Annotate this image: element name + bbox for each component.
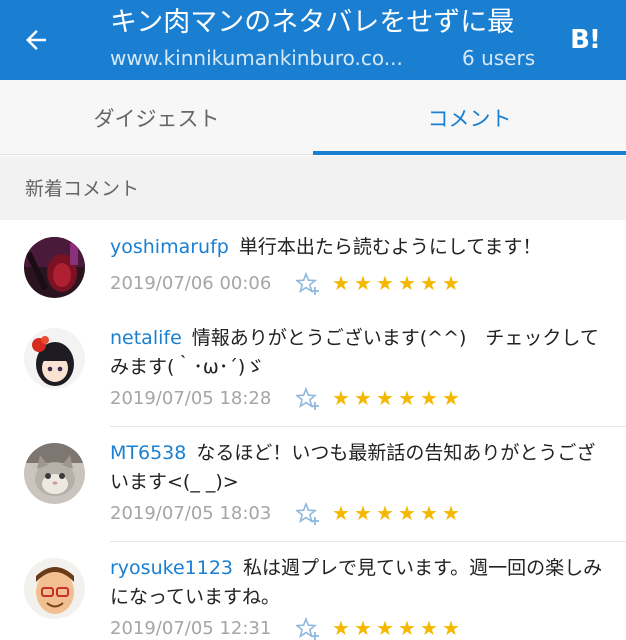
add-star-icon[interactable] [296,272,322,296]
comment-item[interactable]: ryosuke1123 私は週プレで見ています。週一回の楽しみになっていますね。 … [0,542,626,640]
comment-body: yoshimarufp 単行本出たら読むようにしてます！ [110,233,606,262]
comment-date: 2019/07/05 12:31 [110,618,272,639]
star-icon: ★ [376,501,394,525]
section-header: 新着コメント [0,156,626,220]
comment-text: 単行本出たら読むようにしてます！ [238,236,542,258]
star-icon: ★ [420,271,438,295]
comment-body: MT6538 なるほど！いつも最新話の告知ありがとうございます<(_ _)> [110,439,606,497]
star-icon: ★ [332,386,350,410]
add-star-icon[interactable] [296,617,322,640]
active-tab-indicator [313,151,626,155]
comment-meta: 2019/07/05 12:31 ★ ★ ★ ★ ★ ★ [110,614,610,640]
star-icon: ★ [398,501,416,525]
star-icon: ★ [420,386,438,410]
add-star-icon[interactable] [296,387,322,411]
comment-meta: 2019/07/05 18:28 ★ ★ ★ ★ ★ ★ [110,384,610,414]
comment-item[interactable]: MT6538 なるほど！いつも最新話の告知ありがとうございます<(_ _)> 20… [0,427,626,542]
app-screen: キン肉マンのネタバレをせずに最 www.kinnikumankinburo.co… [0,0,626,640]
star-icon: ★ [354,386,372,410]
source-url[interactable]: www.kinnikumankinburo.co... [110,44,420,72]
comment-meta: 2019/07/05 18:03 ★ ★ ★ ★ ★ ★ [110,499,610,529]
star-icon: ★ [332,616,350,640]
back-button[interactable] [14,18,58,62]
comment-text: 情報ありがとうございます(^^) チェックしてみます(｀･ω･´)ゞ [110,327,599,378]
star-icon: ★ [442,386,460,410]
page-title: キン肉マンのネタバレをせずに最 [110,7,515,38]
star-icon: ★ [398,386,416,410]
avatar[interactable] [24,443,85,504]
subtitle-line: www.kinnikumankinburo.co... 6 users [110,44,550,72]
star-icon: ★ [354,616,372,640]
app-bar: キン肉マンのネタバレをせずに最 www.kinnikumankinburo.co… [0,0,626,80]
star-icon: ★ [376,386,394,410]
star-icon: ★ [376,616,394,640]
comment-body: netalife 情報ありがとうございます(^^) チェックしてみます(｀･ω･´… [110,324,606,382]
comment-body: ryosuke1123 私は週プレで見ています。週一回の楽しみになっていますね。 [110,554,606,612]
star-icon: ★ [354,271,372,295]
comment-username[interactable]: MT6538 [110,442,186,464]
tab-bar: ダイジェスト コメント [0,80,626,155]
users-count[interactable]: 6 users [462,44,535,72]
star-icon: ★ [442,616,460,640]
comment-username[interactable]: ryosuke1123 [110,557,233,579]
add-star-icon[interactable] [296,502,322,526]
star-rating: ★ ★ ★ ★ ★ ★ [332,500,462,528]
star-icon: ★ [354,501,372,525]
star-rating: ★ ★ ★ ★ ★ ★ [332,615,462,640]
comment-username[interactable]: yoshimarufp [110,236,229,258]
comment-meta: 2019/07/06 00:06 ★ ★ ★ ★ ★ ★ [110,269,610,299]
tab-comments[interactable]: コメント [313,80,626,155]
avatar[interactable] [24,558,85,619]
hatena-bookmark-button[interactable]: B! [565,20,605,60]
star-icon: ★ [376,271,394,295]
star-icon: ★ [398,616,416,640]
star-icon: ★ [442,271,460,295]
star-icon: ★ [398,271,416,295]
comment-item[interactable]: netalife 情報ありがとうございます(^^) チェックしてみます(｀･ω･´… [0,312,626,427]
star-icon: ★ [332,501,350,525]
section-title: 新着コメント [25,178,140,200]
avatar[interactable] [24,237,85,298]
star-icon: ★ [442,501,460,525]
star-icon: ★ [332,271,350,295]
star-icon: ★ [420,501,438,525]
comment-username[interactable]: netalife [110,327,182,349]
star-icon: ★ [420,616,438,640]
comment-date: 2019/07/05 18:03 [110,503,272,524]
avatar[interactable] [24,328,85,389]
star-rating: ★ ★ ★ ★ ★ ★ [332,385,462,413]
comment-date: 2019/07/06 00:06 [110,273,272,294]
tab-digest[interactable]: ダイジェスト [0,80,313,155]
arrow-left-icon [26,30,46,50]
comment-date: 2019/07/05 18:28 [110,388,272,409]
star-rating: ★ ★ ★ ★ ★ ★ [332,270,462,298]
